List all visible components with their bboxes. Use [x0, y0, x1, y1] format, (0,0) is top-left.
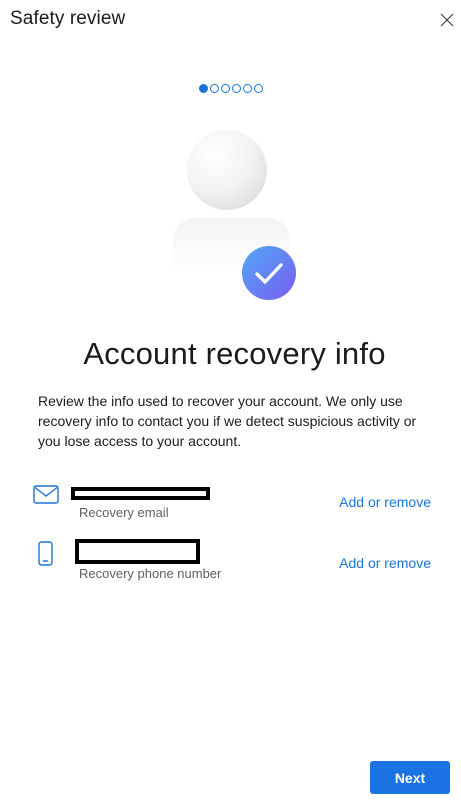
user-silhouette-icon — [173, 130, 296, 300]
recovery-email-label: Recovery email — [79, 505, 169, 520]
recovery-email-value-redacted — [71, 487, 210, 500]
recovery-phone-value-redacted — [75, 539, 200, 564]
step-dot-1[interactable] — [198, 84, 208, 93]
check-circle-icon — [242, 246, 296, 300]
step-dot-5[interactable] — [242, 84, 252, 93]
mail-icon — [33, 485, 59, 504]
safety-review-panel: Safety review Account recovery info Revi… — [0, 0, 461, 801]
recovery-phone-row: Recovery phone number Add or remove — [0, 538, 461, 588]
phone-icon — [38, 541, 53, 566]
account-illustration — [165, 128, 305, 308]
description-text: Review the info used to recover your acc… — [38, 393, 417, 449]
step-dot-3[interactable] — [220, 84, 230, 93]
step-pager — [0, 84, 461, 93]
email-add-or-remove-link[interactable]: Add or remove — [339, 494, 431, 510]
close-icon — [440, 13, 454, 27]
step-dot-2[interactable] — [209, 84, 219, 93]
step-dot-6[interactable] — [253, 84, 263, 93]
page-title: Account recovery info — [83, 336, 386, 371]
header-title: Safety review — [10, 8, 126, 29]
recovery-phone-label: Recovery phone number — [79, 566, 222, 581]
phone-add-or-remove-link[interactable]: Add or remove — [339, 555, 431, 571]
close-button[interactable] — [435, 8, 459, 32]
recovery-email-row: Recovery email Add or remove — [0, 480, 461, 530]
step-dot-4[interactable] — [231, 84, 241, 93]
next-button[interactable]: Next — [370, 761, 450, 794]
